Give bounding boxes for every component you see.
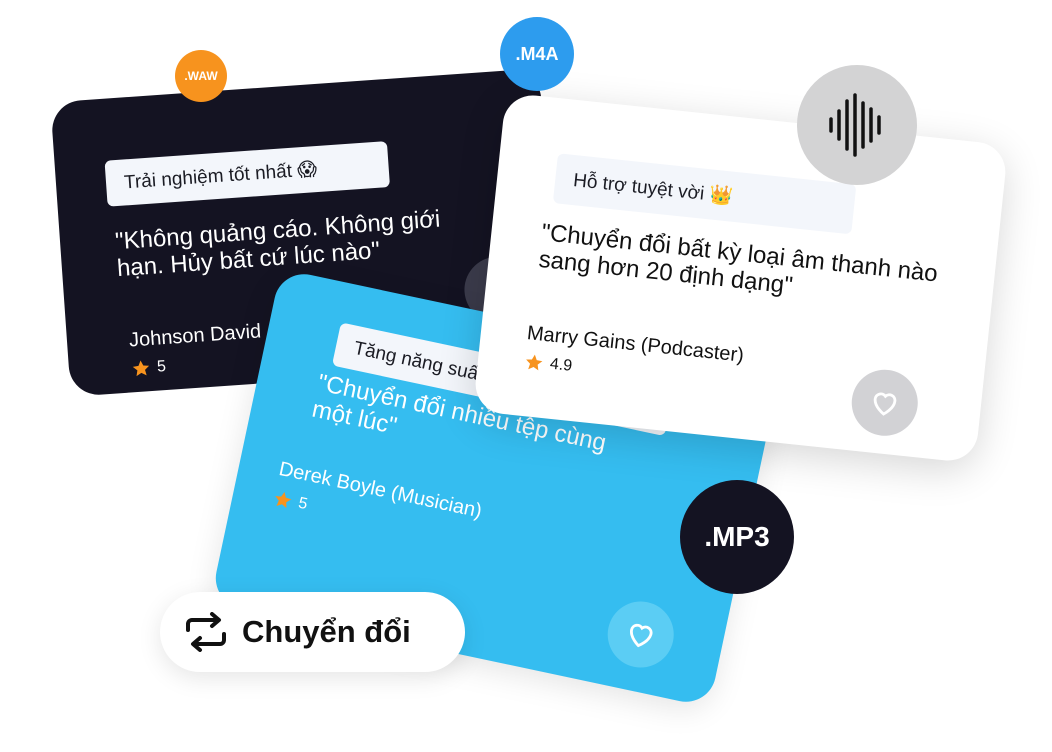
- card-author: Johnson David: [128, 320, 262, 352]
- rating-value: 4.9: [549, 355, 573, 375]
- card-rating: 5: [130, 357, 167, 379]
- like-button[interactable]: [601, 595, 680, 674]
- star-icon: [132, 360, 150, 377]
- waveform-badge: [797, 65, 917, 185]
- testimonial-card-white: Hỗ trợ tuyệt vời 👑 "Chuyển đổi bất kỳ lo…: [472, 92, 1009, 464]
- m4a-format-badge: .M4A: [500, 17, 574, 91]
- repeat-icon: [186, 612, 226, 652]
- card-author: Derek Boyle (Musician): [277, 457, 484, 523]
- card-quote: "Chuyển đổi bất kỳ loại âm thanh nào san…: [537, 219, 940, 300]
- like-button[interactable]: [848, 366, 922, 440]
- mp3-format-badge: .MP3: [680, 480, 794, 594]
- convert-button[interactable]: Chuyển đổi: [160, 592, 465, 672]
- card-rating: 4.9: [523, 352, 573, 377]
- heart-icon: [873, 392, 897, 416]
- card-tag: Hỗ trợ tuyệt vời 👑: [552, 153, 857, 235]
- rating-value: 5: [156, 358, 167, 376]
- star-icon: [526, 354, 543, 371]
- star-icon: [275, 492, 292, 509]
- convert-label: Chuyển đổi: [242, 614, 411, 649]
- waveform-icon: [829, 93, 881, 157]
- waw-format-badge: .WAW: [175, 50, 227, 102]
- card-quote: "Không quảng cáo. Không giới hạn. Hủy bấ…: [114, 205, 442, 283]
- card-rating: 5: [271, 488, 309, 515]
- card-tag: Trải nghiệm tốt nhất 😱: [104, 141, 391, 207]
- heart-icon: [630, 623, 653, 648]
- rating-value: 5: [296, 494, 310, 514]
